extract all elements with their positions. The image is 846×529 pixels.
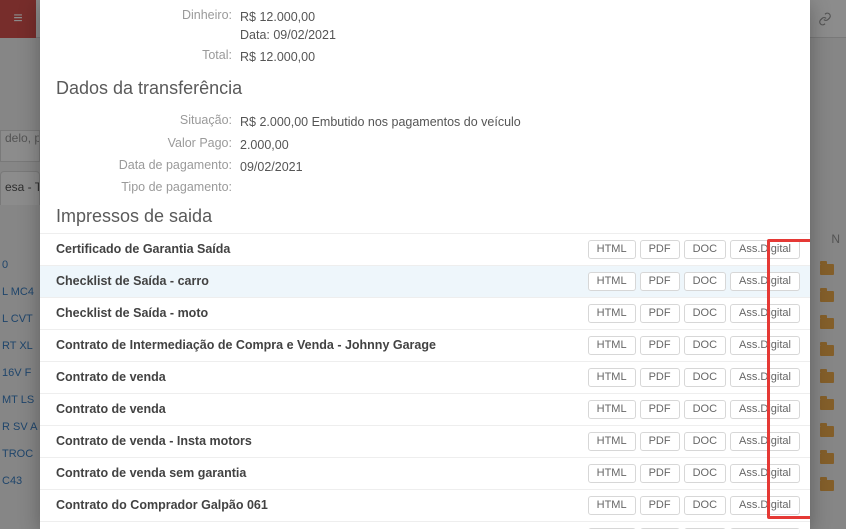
document-row: Checklist de Saída - motoHTMLPDFDOCAss.D… (40, 297, 810, 329)
document-name: Contrato do Comprador Galpão 061 (56, 498, 588, 512)
pdf-button[interactable]: PDF (640, 496, 680, 515)
doc-button[interactable]: DOC (684, 496, 726, 515)
ass-digital-button[interactable]: Ass.Digital (730, 432, 800, 451)
document-row: Contrato de vendaHTMLPDFDOCAss.Digital (40, 393, 810, 425)
dinheiro-label: Dinheiro: (40, 8, 240, 22)
ass-digital-button[interactable]: Ass.Digital (730, 464, 800, 483)
pdf-button[interactable]: PDF (640, 240, 680, 259)
pdf-button[interactable]: PDF (640, 400, 680, 419)
html-button[interactable]: HTML (588, 496, 636, 515)
document-row: Contrato de venda sem garantiaHTMLPDFDOC… (40, 457, 810, 489)
doc-button[interactable]: DOC (684, 272, 726, 291)
document-row: Declaração de veículos financiados fora … (40, 521, 810, 529)
total-label: Total: (40, 48, 240, 62)
doc-button[interactable]: DOC (684, 432, 726, 451)
ass-digital-button[interactable]: Ass.Digital (730, 240, 800, 259)
doc-button[interactable]: DOC (684, 368, 726, 387)
doc-button[interactable]: DOC (684, 240, 726, 259)
ass-digital-button[interactable]: Ass.Digital (730, 496, 800, 515)
dinheiro-value: R$ 12.000,00 Data: 09/02/2021 (240, 8, 336, 44)
situacao-value: R$ 2.000,00 Embutido nos pagamentos do v… (240, 113, 521, 131)
valor-value: 2.000,00 (240, 136, 289, 154)
doc-button[interactable]: DOC (684, 336, 726, 355)
document-name: Contrato de venda sem garantia (56, 466, 588, 480)
html-button[interactable]: HTML (588, 368, 636, 387)
data-pag-label: Data de pagamento: (40, 158, 240, 172)
doc-button[interactable]: DOC (684, 464, 726, 483)
ass-digital-button[interactable]: Ass.Digital (730, 336, 800, 355)
pdf-button[interactable]: PDF (640, 368, 680, 387)
document-row: Contrato de Intermediação de Compra e Ve… (40, 329, 810, 361)
document-name: Checklist de Saída - moto (56, 306, 588, 320)
total-value: R$ 12.000,00 (240, 48, 315, 66)
documents-list: Certificado de Garantia SaídaHTMLPDFDOCA… (40, 233, 810, 529)
situacao-label: Situação: (40, 113, 240, 127)
ass-digital-button[interactable]: Ass.Digital (730, 304, 800, 323)
data-pag-value: 09/02/2021 (240, 158, 303, 176)
pdf-button[interactable]: PDF (640, 432, 680, 451)
document-row: Checklist de Saída - carroHTMLPDFDOCAss.… (40, 265, 810, 297)
html-button[interactable]: HTML (588, 240, 636, 259)
doc-button[interactable]: DOC (684, 400, 726, 419)
document-row: Contrato de venda - Insta motorsHTMLPDFD… (40, 425, 810, 457)
pdf-button[interactable]: PDF (640, 336, 680, 355)
ass-digital-button[interactable]: Ass.Digital (730, 272, 800, 291)
html-button[interactable]: HTML (588, 304, 636, 323)
section-title-prints: Impressos de saida (40, 196, 810, 233)
ass-digital-button[interactable]: Ass.Digital (730, 368, 800, 387)
ass-digital-button[interactable]: Ass.Digital (730, 400, 800, 419)
document-name: Contrato de venda - Insta motors (56, 434, 588, 448)
transfer-details: Situação: R$ 2.000,00 Embutido nos pagam… (40, 105, 810, 195)
document-name: Contrato de venda (56, 402, 588, 416)
pdf-button[interactable]: PDF (640, 304, 680, 323)
pdf-button[interactable]: PDF (640, 272, 680, 291)
section-title-transfer: Dados da transferência (40, 68, 810, 105)
tipo-pag-label: Tipo de pagamento: (40, 180, 240, 194)
pdf-button[interactable]: PDF (640, 464, 680, 483)
document-name: Certificado de Garantia Saída (56, 242, 588, 256)
html-button[interactable]: HTML (588, 464, 636, 483)
document-name: Checklist de Saída - carro (56, 274, 588, 288)
html-button[interactable]: HTML (588, 272, 636, 291)
modal: Dinheiro: R$ 12.000,00 Data: 09/02/2021 … (40, 0, 810, 529)
document-row: Contrato do Comprador Galpão 061HTMLPDFD… (40, 489, 810, 521)
valor-label: Valor Pago: (40, 136, 240, 150)
document-row: Certificado de Garantia SaídaHTMLPDFDOCA… (40, 233, 810, 265)
document-row: Contrato de vendaHTMLPDFDOCAss.Digital (40, 361, 810, 393)
document-name: Contrato de Intermediação de Compra e Ve… (56, 338, 588, 352)
payment-summary: Dinheiro: R$ 12.000,00 Data: 09/02/2021 … (40, 0, 810, 68)
html-button[interactable]: HTML (588, 400, 636, 419)
document-name: Contrato de venda (56, 370, 588, 384)
html-button[interactable]: HTML (588, 336, 636, 355)
doc-button[interactable]: DOC (684, 304, 726, 323)
html-button[interactable]: HTML (588, 432, 636, 451)
